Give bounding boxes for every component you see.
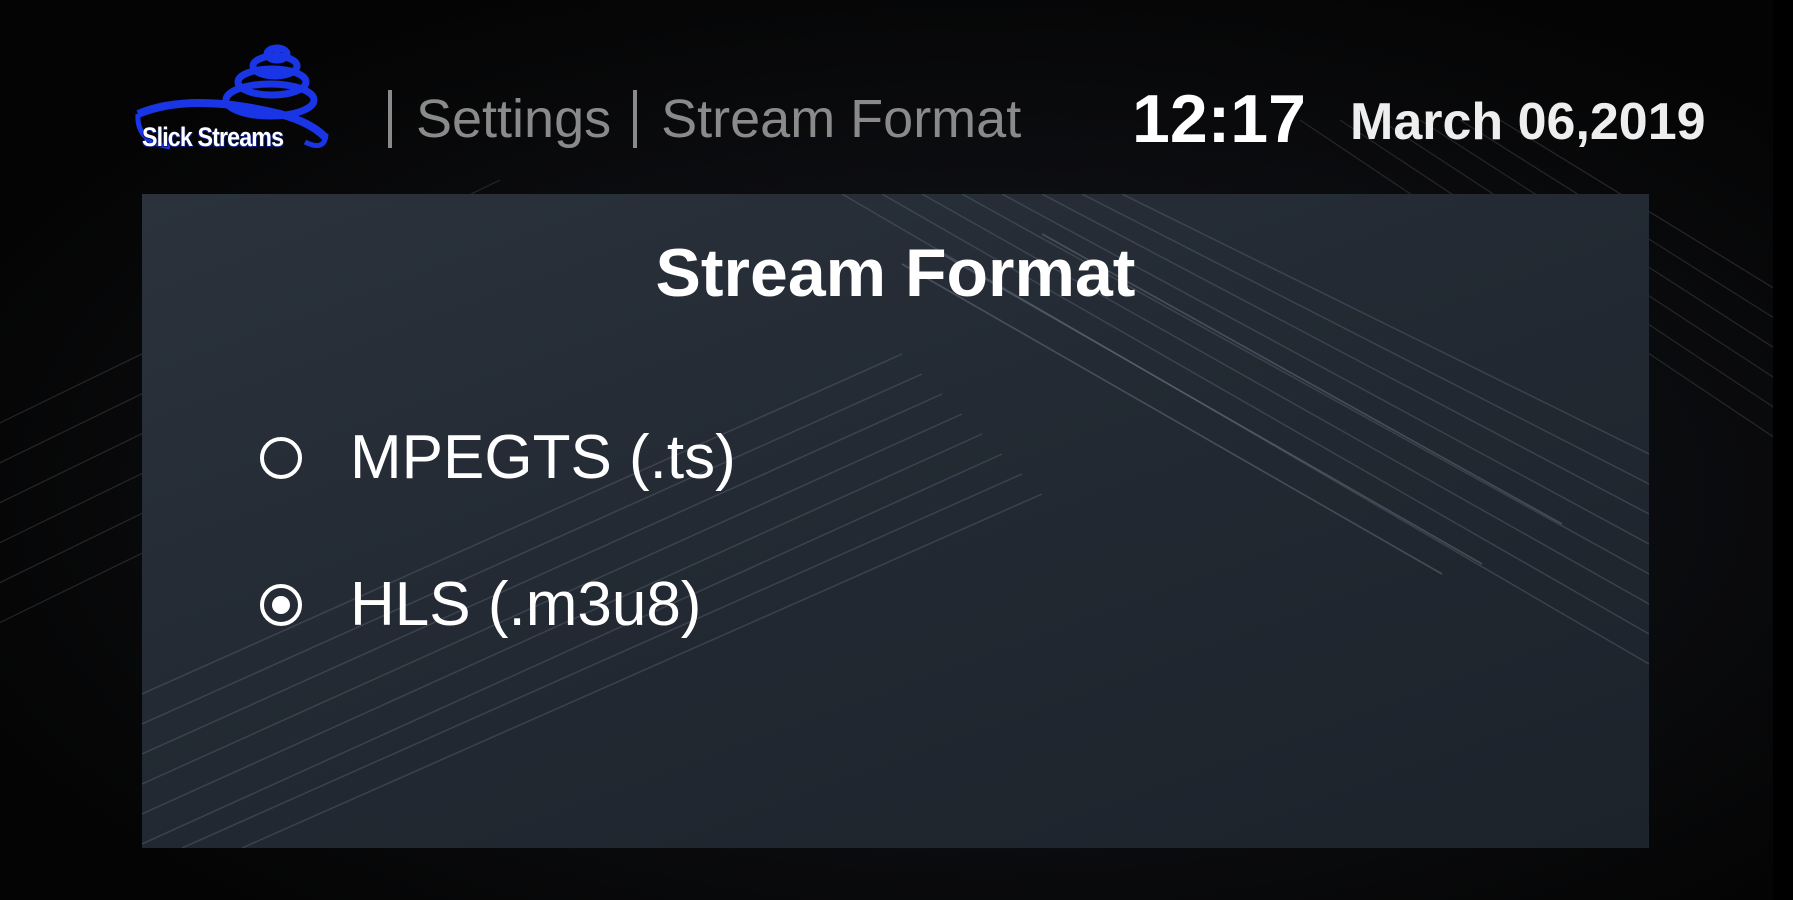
stream-format-screen: Slick Streams Settings Stream Format 12:… [0,0,1793,900]
option-mpegts[interactable]: MPEGTS (.ts) [260,422,736,493]
breadcrumb-separator [388,90,392,148]
slick-streams-logo: Slick Streams [130,42,340,160]
breadcrumb-separator [633,90,638,148]
option-label: HLS (.m3u8) [350,570,702,639]
panel-title: Stream Format [655,235,1136,311]
stream-format-panel: Stream Format MPEGTS (.ts) HLS (.m3u8) [142,194,1649,848]
right-edge [1773,0,1793,900]
option-label: MPEGTS (.ts) [350,423,736,492]
option-hls[interactable]: HLS (.m3u8) [260,569,701,640]
breadcrumb-settings[interactable]: Settings [416,88,611,150]
date: March 06,2019 [1350,93,1706,151]
logo-text: Slick Streams [142,122,284,152]
breadcrumb-stream-format: Stream Format [661,89,1022,149]
clock: 12:17 [1132,81,1306,157]
radio-unchecked-icon[interactable] [260,436,302,479]
breadcrumb: Settings Stream Format [388,84,1021,154]
radio-checked-icon[interactable] [260,583,302,626]
